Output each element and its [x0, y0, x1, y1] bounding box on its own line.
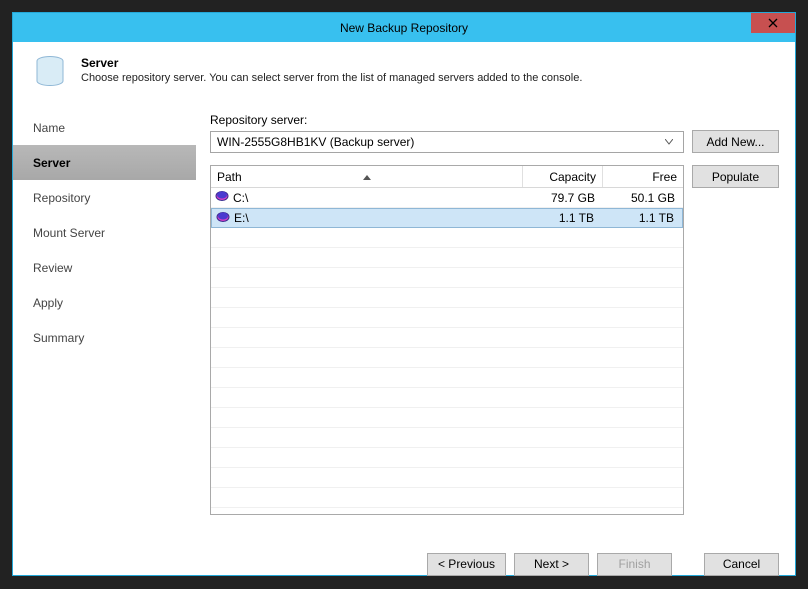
sidebar-item-label: Mount Server: [33, 226, 105, 240]
sidebar-item-apply[interactable]: Apply: [13, 285, 196, 320]
empty-row: [211, 428, 683, 448]
drive-free: 1.1 TB: [602, 211, 682, 225]
column-path[interactable]: Path: [211, 166, 523, 187]
empty-row: [211, 248, 683, 268]
disk-icon: [216, 211, 230, 226]
dialog-window: New Backup Repository Server Choose repo…: [12, 12, 796, 576]
table-body: C:\ 79.7 GB50.1 GB E:\ 1.1 TB1.1 TB: [211, 188, 683, 514]
previous-button[interactable]: < Previous: [427, 553, 506, 576]
database-icon: [33, 54, 67, 91]
sidebar-item-label: Apply: [33, 296, 63, 310]
empty-row: [211, 368, 683, 388]
header-title: Server: [81, 56, 582, 70]
sidebar-item-server[interactable]: Server: [13, 145, 196, 180]
sidebar-item-label: Name: [33, 121, 65, 135]
wizard-header: Server Choose repository server. You can…: [13, 42, 795, 101]
drive-capacity: 79.7 GB: [523, 191, 603, 205]
drive-table: Path Capacity Free C:\ 79.7 GB50.1 GB E:\: [210, 165, 684, 515]
drive-capacity: 1.1 TB: [522, 211, 602, 225]
add-new-button[interactable]: Add New...: [692, 130, 779, 153]
sidebar-item-review[interactable]: Review: [13, 250, 196, 285]
table-row[interactable]: C:\ 79.7 GB50.1 GB: [211, 188, 683, 208]
wizard-footer: < Previous Next > Finish Cancel: [13, 539, 795, 589]
cancel-button[interactable]: Cancel: [704, 553, 779, 576]
drive-path: C:\: [233, 191, 248, 205]
finish-button: Finish: [597, 553, 672, 576]
drive-path: E:\: [234, 211, 249, 225]
empty-row: [211, 388, 683, 408]
table-header: Path Capacity Free: [211, 166, 683, 188]
next-button[interactable]: Next >: [514, 553, 589, 576]
main-panel: Repository server: WIN-2555G8HB1KV (Back…: [196, 101, 795, 539]
empty-row: [211, 348, 683, 368]
window-title: New Backup Repository: [340, 21, 468, 35]
drive-free: 50.1 GB: [603, 191, 683, 205]
titlebar[interactable]: New Backup Repository: [13, 13, 795, 42]
disk-icon: [215, 190, 229, 205]
populate-button[interactable]: Populate: [692, 165, 779, 188]
chevron-down-icon: [661, 139, 677, 145]
empty-row: [211, 228, 683, 248]
sidebar-item-label: Review: [33, 261, 72, 275]
empty-row: [211, 448, 683, 468]
empty-row: [211, 468, 683, 488]
wizard-steps: Name Server Repository Mount Server Review Ap…: [13, 101, 196, 539]
sidebar-item-mount-server[interactable]: Mount Server: [13, 215, 196, 250]
server-select[interactable]: WIN-2555G8HB1KV (Backup server): [210, 131, 684, 153]
sidebar-item-label: Summary: [33, 331, 84, 345]
header-description: Choose repository server. You can select…: [81, 72, 582, 84]
server-select-value: WIN-2555G8HB1KV (Backup server): [217, 135, 414, 149]
sort-asc-icon: [363, 169, 371, 183]
empty-row: [211, 328, 683, 348]
sidebar-item-name[interactable]: Name: [13, 110, 196, 145]
sidebar-item-repository[interactable]: Repository: [13, 180, 196, 215]
sidebar-item-summary[interactable]: Summary: [13, 320, 196, 355]
empty-row: [211, 308, 683, 328]
close-button[interactable]: [751, 13, 795, 33]
sidebar-item-label: Server: [33, 156, 70, 170]
sidebar-item-label: Repository: [33, 191, 90, 205]
close-icon: [768, 18, 778, 28]
empty-row: [211, 268, 683, 288]
column-capacity[interactable]: Capacity: [523, 166, 603, 187]
empty-row: [211, 288, 683, 308]
empty-row: [211, 408, 683, 428]
table-row[interactable]: E:\ 1.1 TB1.1 TB: [211, 208, 683, 228]
server-label: Repository server:: [210, 113, 779, 127]
empty-row: [211, 488, 683, 508]
column-free[interactable]: Free: [603, 166, 683, 187]
